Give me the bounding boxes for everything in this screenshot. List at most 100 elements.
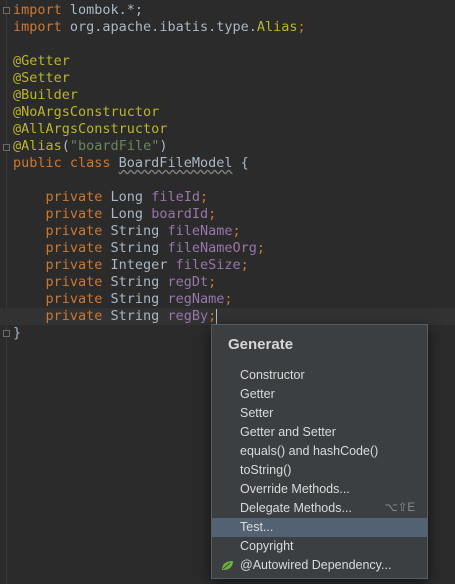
generate-popup: Generate Constructor Getter Setter Getter a… <box>211 324 428 579</box>
code-token: String <box>110 274 168 290</box>
code-token: import <box>13 19 62 35</box>
menu-item-getter[interactable]: Getter <box>212 385 427 404</box>
code-token: @Setter <box>13 70 70 86</box>
code-line[interactable]: private Long fileId; <box>13 189 455 206</box>
generate-menu-list: Constructor Getter Setter Getter and Setter… <box>212 366 427 575</box>
code-token: Long <box>110 206 152 222</box>
code-token: private <box>13 240 111 256</box>
code-token: private <box>13 308 111 324</box>
menu-item-delegate-methods[interactable]: Delegate Methods... ⌥⇧E <box>212 499 427 518</box>
code-token: ; <box>232 223 241 239</box>
code-token: Long <box>110 189 152 205</box>
code-token: ( <box>61 138 70 154</box>
editor-gutter <box>6 0 7 584</box>
code-token: Integer <box>110 257 176 273</box>
menu-item-label: Override Methods... <box>240 482 350 496</box>
code-line[interactable]: import lombok.*; <box>13 2 455 19</box>
code-token: fileSize <box>175 257 241 273</box>
code-token: private <box>13 189 111 205</box>
code-token: Alias <box>256 19 298 35</box>
menu-item-label: Delegate Methods... <box>240 501 352 515</box>
menu-item-override-methods[interactable]: Override Methods... <box>212 480 427 499</box>
menu-item-constructor[interactable]: Constructor <box>212 366 427 385</box>
code-token: ; <box>208 308 217 324</box>
code-token: ; <box>208 206 217 222</box>
code-line[interactable]: @Alias("boardFile") <box>13 138 455 155</box>
code-token: fileName <box>167 223 233 239</box>
menu-item-label: Test... <box>240 520 274 534</box>
code-token: @Getter <box>13 53 70 69</box>
code-token: ; <box>224 291 233 307</box>
popup-title: Generate <box>228 336 294 353</box>
code-line[interactable]: private Integer fileSize; <box>13 257 455 274</box>
code-token: private <box>13 223 111 239</box>
code-token: { <box>232 155 249 171</box>
code-editor[interactable]: import lombok.*; import org.apache.ibatis… <box>0 2 455 342</box>
menu-item-test[interactable]: Test... <box>212 518 427 537</box>
menu-item-label: Constructor <box>240 368 305 382</box>
code-token: ; <box>199 189 209 205</box>
code-line[interactable]: import org.apache.ibatis.type.Alias; <box>13 19 455 36</box>
menu-item-shortcut: ⌥⇧E <box>384 502 415 514</box>
code-token: String <box>110 291 168 307</box>
code-token: String <box>110 223 168 239</box>
code-line[interactable]: @Getter <box>13 53 455 70</box>
menu-item-setter[interactable]: Setter <box>212 404 427 423</box>
code-token: @Alias <box>13 138 62 154</box>
code-token: fileNameOrg <box>167 240 257 256</box>
code-token: ; <box>240 257 249 273</box>
code-line[interactable]: private String regDt; <box>13 274 455 291</box>
fold-marker-icon[interactable] <box>3 7 10 14</box>
code-token: regName <box>167 291 225 307</box>
code-line[interactable]: private Long boardId; <box>13 206 455 223</box>
code-line[interactable]: private String fileNameOrg; <box>13 240 455 257</box>
code-token: @Builder <box>13 87 79 103</box>
code-token: BoardFileModel <box>118 155 233 171</box>
code-line[interactable]: public class BoardFileModel { <box>13 155 455 172</box>
code-token: boardId <box>151 206 209 222</box>
code-token: ; <box>297 19 306 35</box>
code-token: private <box>13 257 111 273</box>
menu-item-label: @Autowired Dependency... <box>240 558 392 572</box>
code-token: fileId <box>151 189 200 205</box>
code-token: String <box>110 240 168 256</box>
menu-item-label: Getter <box>240 387 275 401</box>
code-line[interactable]: private String regName; <box>13 291 455 308</box>
code-token: private <box>13 291 111 307</box>
menu-item-getter-and-setter[interactable]: Getter and Setter <box>212 423 427 442</box>
menu-item-label: Copyright <box>240 539 294 553</box>
menu-item-equals-and-hashcode[interactable]: equals() and hashCode() <box>212 442 427 461</box>
code-token: regDt <box>167 274 209 290</box>
code-token: lombok.*; <box>61 2 144 18</box>
code-line[interactable]: private String fileName; <box>13 223 455 240</box>
code-line[interactable] <box>13 36 455 53</box>
code-token: public class <box>13 155 119 171</box>
code-line[interactable]: @Setter <box>13 70 455 87</box>
code-line[interactable]: @Builder <box>13 87 455 104</box>
code-line[interactable]: private String regBy; <box>0 308 455 325</box>
code-token: "boardFile" <box>69 138 160 154</box>
menu-item-label: toString() <box>240 463 292 477</box>
menu-item-label: Getter and Setter <box>240 425 336 439</box>
menu-item-label: Setter <box>240 406 274 420</box>
code-token: @AllArgsConstructor <box>13 121 168 137</box>
code-line[interactable]: @NoArgsConstructor <box>13 104 455 121</box>
code-token: @NoArgsConstructor <box>13 104 160 120</box>
code-line[interactable] <box>13 172 455 189</box>
code-token: ; <box>208 274 217 290</box>
fold-marker-icon[interactable] <box>3 144 10 151</box>
code-token: ; <box>256 240 265 256</box>
code-token: ) <box>159 138 168 154</box>
code-token: private <box>13 206 111 222</box>
fold-marker-icon[interactable] <box>3 330 10 337</box>
code-token: } <box>13 325 22 341</box>
menu-item-autowired-dependency[interactable]: @Autowired Dependency... <box>212 556 427 575</box>
spring-leaf-icon <box>222 561 233 570</box>
text-caret <box>216 308 218 324</box>
menu-item-copyright[interactable]: Copyright <box>212 537 427 556</box>
code-line[interactable]: @AllArgsConstructor <box>13 121 455 138</box>
code-token: String <box>110 308 168 324</box>
code-token: org.apache.ibatis.type. <box>61 19 257 35</box>
menu-item-label: equals() and hashCode() <box>240 444 379 458</box>
menu-item-tostring[interactable]: toString() <box>212 461 427 480</box>
